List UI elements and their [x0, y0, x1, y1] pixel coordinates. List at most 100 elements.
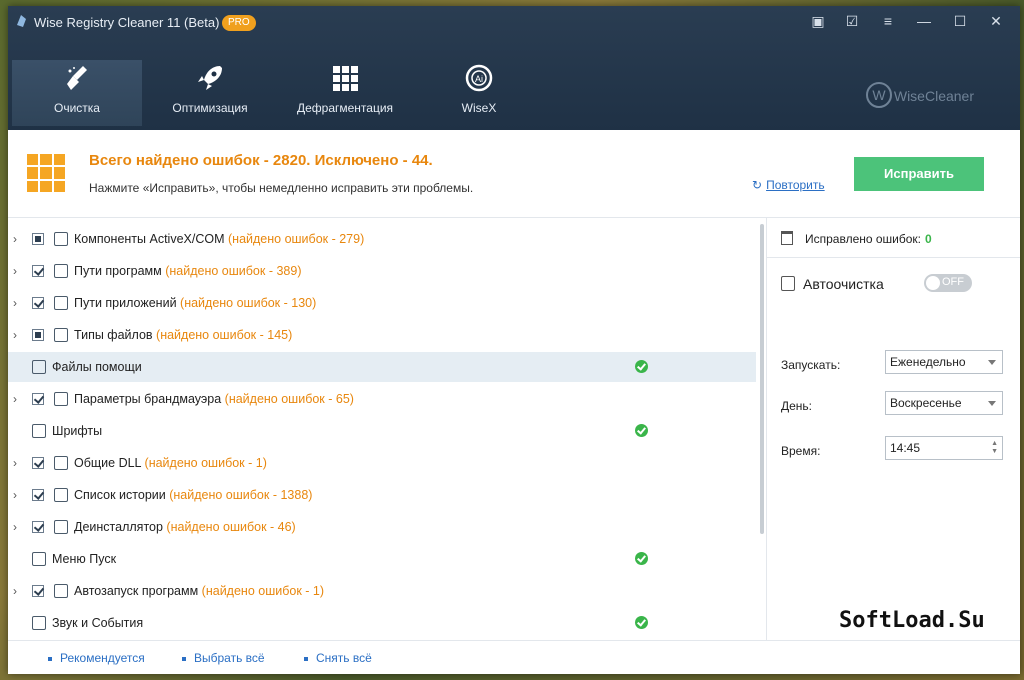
- list-item-label: Автозапуск программ (найдено ошибок - 1): [74, 584, 325, 598]
- checkbox[interactable]: [32, 297, 44, 309]
- list-item[interactable]: › Пути приложений (найдено ошибок - 130): [8, 288, 756, 318]
- spinner-icon[interactable]: ▲ ▼: [991, 440, 998, 456]
- ai-icon: Ai: [465, 64, 493, 92]
- day-select[interactable]: Воскресенье: [885, 391, 1003, 415]
- minimize-icon[interactable]: —: [907, 10, 941, 32]
- checkbox[interactable]: [32, 489, 44, 501]
- list-item[interactable]: Файлы помощи: [8, 352, 756, 382]
- category-icon: [54, 456, 68, 470]
- list-item-label: Деинсталлятор (найдено ошибок - 46): [74, 520, 296, 534]
- select-all-link[interactable]: Выбрать всё: [182, 651, 265, 665]
- footer: Рекомендуется Выбрать всё Снять всё: [8, 640, 1020, 674]
- list-item[interactable]: › Список истории (найдено ошибок - 1388): [8, 480, 756, 510]
- tab-wisex[interactable]: Ai WiseX: [438, 60, 520, 126]
- recommended-link[interactable]: Рекомендуется: [48, 651, 145, 665]
- maximize-icon[interactable]: ☐: [943, 10, 977, 32]
- checkbox[interactable]: [32, 457, 44, 469]
- trash-icon: [781, 231, 793, 245]
- checkbox[interactable]: [32, 265, 44, 277]
- time-label: Время:: [781, 444, 821, 458]
- check-ok-icon: [635, 552, 648, 565]
- check-ok-icon: [635, 424, 648, 437]
- day-value: Воскресенье: [890, 396, 962, 410]
- retry-link[interactable]: ↻ Повторить: [752, 178, 825, 192]
- chevron-right-icon[interactable]: ›: [13, 520, 25, 534]
- category-icon: [32, 360, 46, 374]
- autoclean-toggle[interactable]: OFF: [924, 274, 972, 292]
- list-item[interactable]: Меню Пуск: [8, 544, 756, 574]
- checkbox[interactable]: [32, 393, 44, 405]
- summary-subtitle: Нажмите «Исправить», чтобы немедленно ис…: [89, 181, 474, 195]
- list-item[interactable]: Шрифты: [8, 416, 756, 446]
- category-icon: [32, 616, 46, 630]
- scrollbar[interactable]: [760, 224, 764, 534]
- checkbox[interactable]: [32, 233, 44, 245]
- category-icon: [54, 488, 68, 502]
- tab-defrag[interactable]: Дефрагментация: [286, 60, 404, 126]
- tab-cleanup[interactable]: Очистка: [12, 60, 142, 126]
- run-value: Еженедельно: [890, 355, 966, 369]
- error-count: (найдено ошибок - 130): [180, 296, 317, 310]
- error-count: (найдено ошибок - 279): [228, 232, 365, 246]
- list-item[interactable]: › Автозапуск программ (найдено ошибок - 1…: [8, 576, 756, 606]
- scan-summary: Всего найдено ошибок - 2820. Исключено -…: [8, 130, 1020, 218]
- chevron-right-icon[interactable]: ›: [13, 392, 25, 406]
- app-logo-icon: [17, 15, 26, 27]
- list-item-label: Список истории (найдено ошибок - 1388): [74, 488, 313, 502]
- feedback-icon[interactable]: ▣: [801, 10, 835, 32]
- chevron-right-icon[interactable]: ›: [13, 488, 25, 502]
- broom-icon: [67, 66, 87, 90]
- wisecleaner-brand[interactable]: WiseCleaner: [894, 88, 974, 104]
- check-ok-icon: [635, 360, 648, 373]
- retry-label: Повторить: [766, 178, 825, 192]
- title-bar: Wise Registry Cleaner 11 (Beta) PRO ▣ ☑ …: [8, 6, 1020, 36]
- list-item[interactable]: › Деинсталлятор (найдено ошибок - 46): [8, 512, 756, 542]
- checkbox[interactable]: [32, 585, 44, 597]
- list-item[interactable]: › Типы файлов (найдено ошибок - 145): [8, 320, 756, 350]
- run-select[interactable]: Еженедельно: [885, 350, 1003, 374]
- app-window: Wise Registry Cleaner 11 (Beta) PRO ▣ ☑ …: [8, 6, 1020, 674]
- category-icon: [54, 296, 68, 310]
- close-icon[interactable]: ✕: [979, 10, 1013, 32]
- category-icon: [54, 264, 68, 278]
- chevron-right-icon[interactable]: ›: [13, 264, 25, 278]
- category-icon: [54, 584, 68, 598]
- autoclean-label: Автоочистка: [803, 276, 884, 292]
- chevron-right-icon[interactable]: ›: [13, 296, 25, 310]
- chevron-right-icon[interactable]: ›: [13, 584, 25, 598]
- tab-optimize[interactable]: Оптимизация: [158, 60, 262, 126]
- refresh-icon: ↻: [752, 178, 763, 192]
- time-input[interactable]: 14:45 ▲ ▼: [885, 436, 1003, 460]
- top-bar: Wise Registry Cleaner 11 (Beta) PRO ▣ ☑ …: [8, 6, 1020, 130]
- fixed-count-row: Исправлено ошибок: 0: [767, 218, 1020, 258]
- chevron-right-icon[interactable]: ›: [13, 456, 25, 470]
- list-item-label: Параметры брандмауэра (найдено ошибок - …: [74, 392, 354, 406]
- run-label: Запускать:: [781, 358, 841, 372]
- select-all-label: Выбрать всё: [194, 651, 265, 665]
- list-item[interactable]: Звук и События: [8, 608, 756, 638]
- list-item[interactable]: › Общие DLL (найдено ошибок - 1): [8, 448, 756, 478]
- deselect-all-link[interactable]: Снять всё: [304, 651, 372, 665]
- list-item[interactable]: › Пути программ (найдено ошибок - 389): [8, 256, 756, 286]
- tab-optimize-label: Оптимизация: [172, 101, 248, 115]
- checkbox[interactable]: [32, 521, 44, 533]
- category-icon: [32, 424, 46, 438]
- chevron-right-icon[interactable]: ›: [13, 232, 25, 246]
- chevron-down-icon: [988, 360, 996, 365]
- notes-icon[interactable]: ☑: [835, 10, 869, 32]
- grid-icon: [333, 66, 358, 91]
- list-item[interactable]: › Параметры брандмауэра (найдено ошибок -…: [8, 384, 756, 414]
- menu-icon[interactable]: ≡: [871, 10, 905, 32]
- category-icon: [54, 328, 68, 342]
- error-count: (найдено ошибок - 1): [201, 584, 325, 598]
- wisecleaner-logo-icon: W: [866, 82, 892, 108]
- chevron-right-icon[interactable]: ›: [13, 328, 25, 342]
- bullet-icon: [182, 656, 186, 661]
- list-item[interactable]: › Компоненты ActiveX/COM (найдено ошибок …: [8, 224, 756, 254]
- fix-button[interactable]: Исправить: [854, 157, 984, 191]
- watermark: SoftLoad.Su: [839, 608, 985, 633]
- checkbox[interactable]: [32, 329, 44, 341]
- error-count: (найдено ошибок - 145): [156, 328, 293, 342]
- toggle-state: OFF: [942, 276, 964, 288]
- bullet-icon: [48, 656, 52, 661]
